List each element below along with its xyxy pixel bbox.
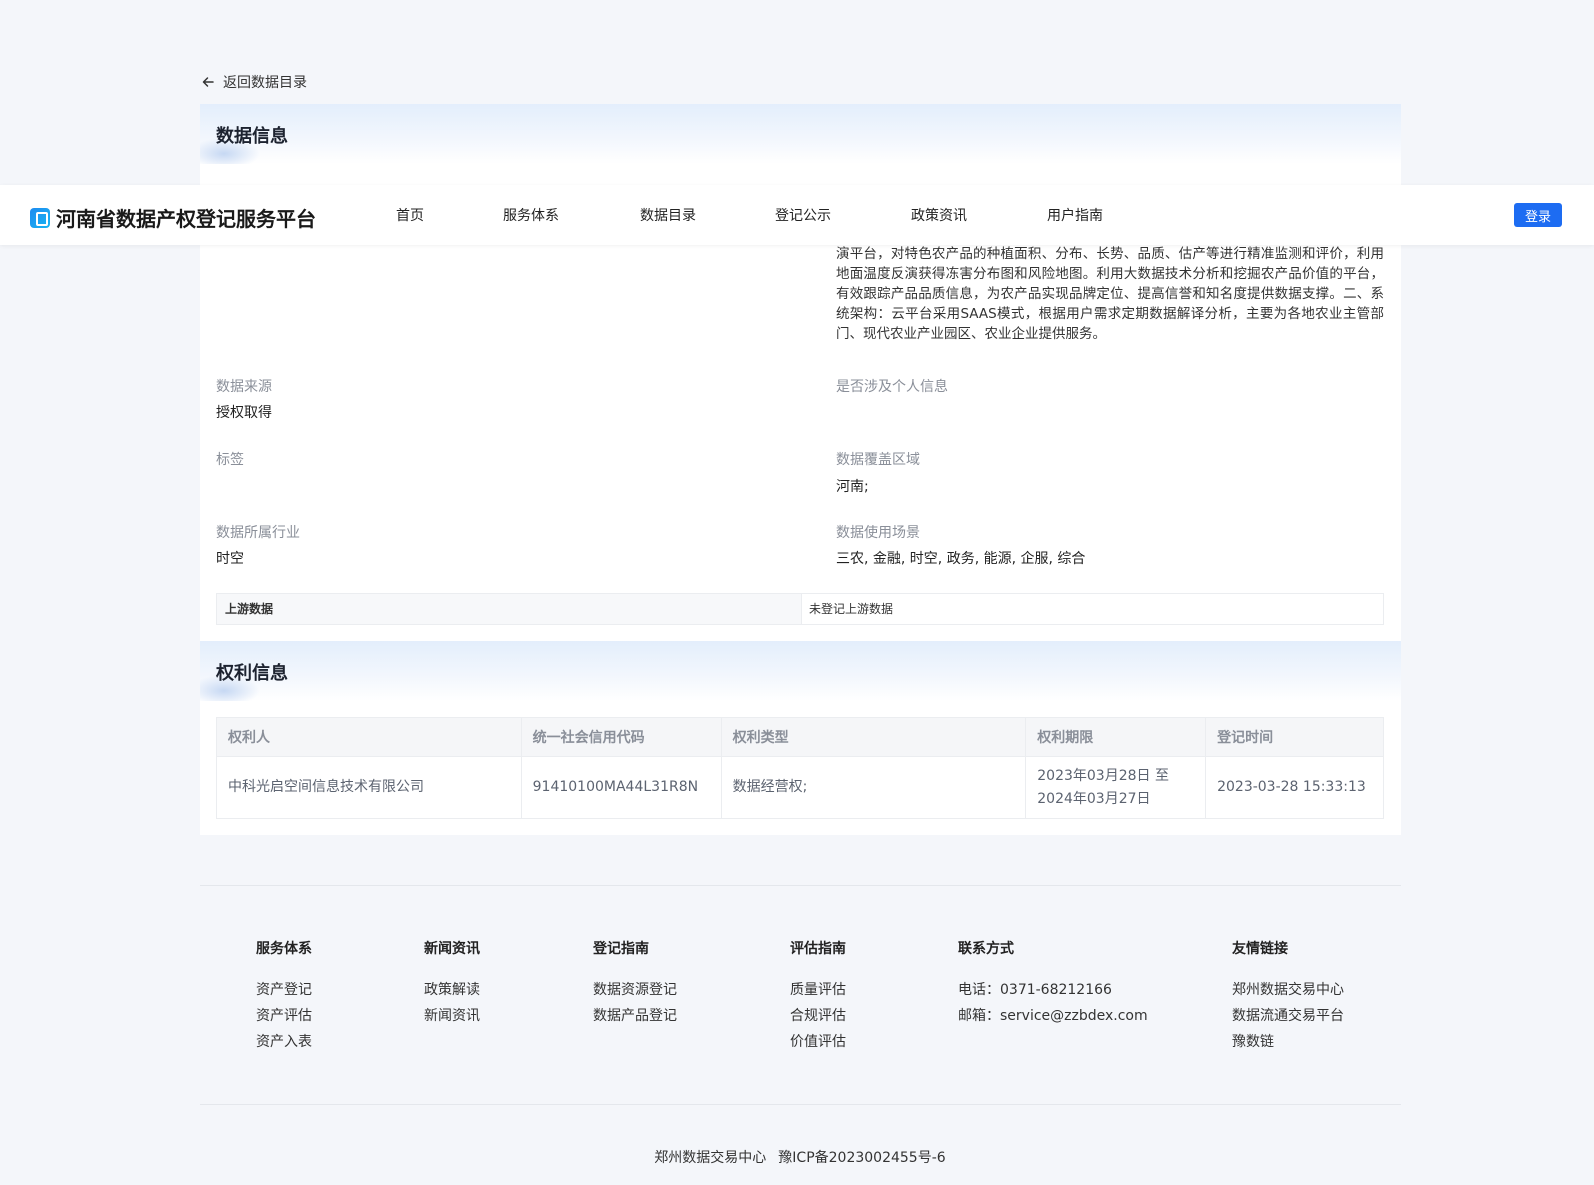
column-header-holder: 权利人 [216,717,522,757]
footer-divider-bottom [200,1104,1401,1105]
footer-link-quality-eval[interactable]: 质量评估 [790,979,846,999]
back-link-label: 返回数据目录 [223,75,307,91]
footer-news-title: 新闻资讯 [424,941,480,957]
cell-type: 数据经营权; [720,756,1027,819]
rights-info-title: 权利信息 [216,663,288,684]
footer-link-compliance-eval[interactable]: 合规评估 [790,1005,846,1025]
footer-link-resource-register[interactable]: 数据资源登记 [593,979,677,999]
footer-link-product-register[interactable]: 数据产品登记 [593,1005,677,1025]
footer-link-yushulian[interactable]: 豫数链 [1232,1031,1274,1051]
scenario-label: 数据使用场景 [836,525,920,541]
data-source-value: 授权取得 [216,405,272,421]
arrow-left-icon [202,77,214,87]
cell-credit-code: 91410100MA44L31R8N [520,756,722,819]
nav-user-guide[interactable]: 用户指南 [1047,205,1103,225]
nav-policy-news[interactable]: 政策资讯 [911,205,967,225]
term-start: 2023年03月28日 至 [1037,767,1169,784]
footer-phone: 电话：0371-68212166 [958,982,1112,998]
back-to-catalog-link[interactable]: 返回数据目录 [201,72,307,92]
upstream-value: 未登记上游数据 [809,602,894,616]
upstream-label: 上游数据 [217,594,802,624]
rights-info-header: 权利信息 [200,641,1401,701]
data-info-title: 数据信息 [216,126,288,147]
data-source-label: 数据来源 [216,379,272,395]
site-logo[interactable]: 河南省数据产权登记服务平台 [30,203,316,232]
data-description: 演平台，对特色农产品的种植面积、分布、长势、品质、估产等进行精准监测和评价，利用… [836,246,1384,342]
nav-home[interactable]: 首页 [396,205,424,225]
footer-icp[interactable]: 豫ICP备2023002455号-6 [778,1150,945,1166]
tags-label: 标签 [216,452,244,468]
coverage-value: 河南; [836,479,869,495]
column-header-registered: 登记时间 [1205,717,1384,757]
coverage-label: 数据覆盖区域 [836,452,920,468]
nav-services[interactable]: 服务体系 [503,205,559,225]
table-header-row: 权利人 统一社会信用代码 权利类型 权利期限 登记时间 [216,717,1384,757]
footer-email[interactable]: 邮箱：service@zzbdex.com [958,1005,1148,1025]
footer-divider-top [200,885,1401,886]
footer-register-guide-title: 登记指南 [593,941,649,957]
term-end: 2024年03月27日 [1037,790,1151,807]
industry-label: 数据所属行业 [216,525,300,541]
footer-friends-title: 友情链接 [1232,941,1288,957]
cell-holder: 中科光启空间信息技术有限公司 [216,756,522,819]
scenario-value: 三农, 金融, 时空, 政务, 能源, 企服, 综合 [836,551,1086,567]
footer-copyright: 郑州数据交易中心 豫ICP备2023002455号-6 [0,1147,1594,1167]
footer-eval-guide-title: 评估指南 [790,941,846,957]
footer-link-asset-register[interactable]: 资产登记 [256,979,312,999]
footer-org: 郑州数据交易中心 [654,1150,767,1166]
column-header-credit-code: 统一社会信用代码 [520,717,722,757]
data-info-header: 数据信息 [200,104,1401,164]
footer-contact-title: 联系方式 [958,941,1014,957]
industry-value: 时空 [216,551,244,567]
footer-link-trade-platform[interactable]: 数据流通交易平台 [1232,1005,1344,1025]
footer-link-asset-entry[interactable]: 资产入表 [256,1031,312,1051]
top-navigation-bar: 河南省数据产权登记服务平台 首页 服务体系 数据目录 登记公示 政策资讯 用户指… [0,185,1594,245]
nav-registry-notice[interactable]: 登记公示 [775,205,831,225]
cell-term: 2023年03月28日 至 2024年03月27日 [1025,756,1207,819]
nav-data-catalog[interactable]: 数据目录 [640,205,696,225]
logo-icon [30,207,50,228]
footer-link-value-eval[interactable]: 价值评估 [790,1031,846,1051]
column-header-type: 权利类型 [720,717,1027,757]
footer-link-news[interactable]: 新闻资讯 [424,1005,480,1025]
upstream-data-row: 上游数据 未登记上游数据 [216,593,1384,625]
column-header-term: 权利期限 [1025,717,1207,757]
login-button[interactable]: 登录 [1514,203,1562,227]
table-row: 中科光启空间信息技术有限公司 91410100MA44L31R8N 数据经营权;… [216,756,1384,819]
personal-info-label: 是否涉及个人信息 [836,379,948,395]
footer-link-policy[interactable]: 政策解读 [424,979,480,999]
rights-table: 权利人 统一社会信用代码 权利类型 权利期限 登记时间 中科光启空间信息技术有限… [216,717,1384,819]
footer-link-asset-evaluation[interactable]: 资产评估 [256,1005,312,1025]
footer-service-title: 服务体系 [256,941,312,957]
footer-link-zzdex[interactable]: 郑州数据交易中心 [1232,979,1344,999]
cell-registered: 2023-03-28 15:33:13 [1205,756,1384,819]
logo-text: 河南省数据产权登记服务平台 [56,207,316,231]
